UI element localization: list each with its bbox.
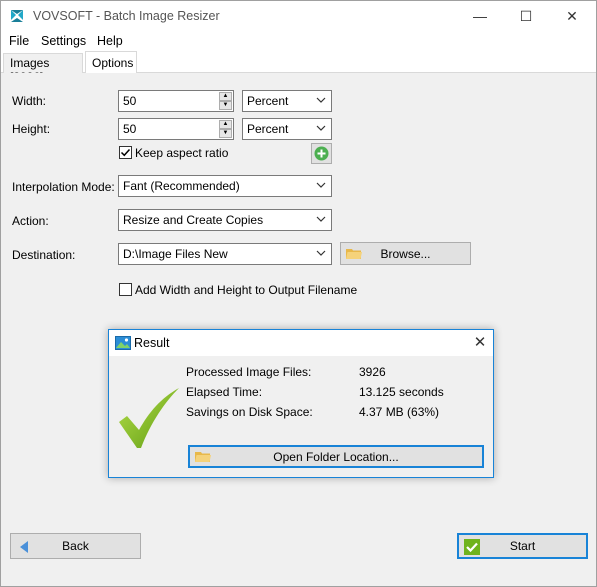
open-folder-label: Open Folder Location... (273, 449, 399, 464)
destination-value: D:\Image Files New (123, 247, 228, 261)
app-window: VOVSOFT - Batch Image Resizer — ☐ ✕ File… (0, 0, 597, 587)
start-label: Start (509, 539, 536, 553)
maximize-button[interactable]: ☐ (503, 1, 549, 31)
menu-settings[interactable]: Settings (41, 34, 86, 48)
width-input[interactable]: 50 ▲ ▼ (118, 90, 234, 112)
success-checkmark-icon (119, 388, 179, 448)
width-value: 50 (123, 94, 137, 108)
open-folder-button[interactable]: Open Folder Location... (188, 445, 484, 468)
menu-help[interactable]: Help (97, 34, 123, 48)
plus-icon (314, 146, 329, 161)
menu-file[interactable]: File (9, 34, 29, 48)
chevron-down-icon (316, 216, 326, 222)
processed-label: Processed Image Files: (186, 365, 312, 379)
chevron-down-icon (316, 250, 326, 256)
processed-value: 3926 (359, 365, 386, 379)
close-button[interactable]: ✕ (549, 1, 595, 31)
savings-label: Savings on Disk Space: (186, 405, 313, 419)
browse-label: Browse... (380, 246, 431, 261)
tab-images[interactable]: Images [3926] (3, 53, 83, 84)
height-label: Height: (12, 122, 51, 136)
height-unit-select[interactable]: Percent (242, 118, 332, 140)
result-dialog: Result ✕ Processed Image Files: 3926 Ela… (108, 329, 494, 478)
action-select[interactable]: Resize and Create Copies (118, 209, 332, 231)
interpolation-value: Fant (Recommended) (123, 179, 240, 193)
action-label: Action: (12, 214, 49, 228)
width-spinner[interactable]: ▲ ▼ (219, 92, 232, 110)
checkmark-icon (120, 148, 131, 157)
chevron-down-icon (316, 182, 326, 188)
add-preset-button[interactable] (311, 143, 332, 164)
window-title: VOVSOFT - Batch Image Resizer (33, 9, 220, 23)
back-button[interactable]: Back (10, 533, 141, 559)
dialog-close-button[interactable]: ✕ (471, 333, 489, 351)
height-unit-value: Percent (247, 122, 289, 136)
tab-strip: Images [3926] Options (1, 51, 596, 84)
destination-label: Destination: (12, 248, 76, 262)
title-bar: VOVSOFT - Batch Image Resizer — ☐ ✕ (1, 1, 596, 31)
image-icon (115, 336, 131, 350)
width-unit-select[interactable]: Percent (242, 90, 332, 112)
interpolation-select[interactable]: Fant (Recommended) (118, 175, 332, 197)
chevron-down-icon (316, 125, 326, 131)
minimize-button[interactable]: — (457, 1, 503, 31)
back-label: Back (62, 539, 89, 553)
add-dimensions-checkbox[interactable] (119, 283, 132, 296)
interpolation-label: Interpolation Mode: (12, 180, 115, 194)
tab-options[interactable]: Options (85, 51, 137, 74)
height-input[interactable]: 50 ▲ ▼ (118, 118, 234, 140)
height-value: 50 (123, 122, 137, 136)
savings-value: 4.37 MB (63%) (359, 405, 440, 419)
dialog-title-bar: Result ✕ (109, 330, 493, 356)
width-unit-value: Percent (247, 94, 289, 108)
add-dimensions-label: Add Width and Height to Output Filename (135, 283, 358, 297)
height-spinner[interactable]: ▲ ▼ (219, 120, 232, 138)
start-button[interactable]: Start (457, 533, 588, 559)
action-value: Resize and Create Copies (123, 213, 264, 227)
destination-select[interactable]: D:\Image Files New (118, 243, 332, 265)
browse-button[interactable]: Browse... (340, 242, 471, 265)
menu-bar: File Settings Help (1, 31, 596, 51)
app-logo-icon (11, 10, 23, 22)
chevron-down-icon (316, 97, 326, 103)
elapsed-value: 13.125 seconds (359, 385, 444, 399)
width-label: Width: (12, 94, 47, 108)
keep-aspect-label: Keep aspect ratio (135, 146, 229, 160)
dialog-title: Result (134, 336, 170, 350)
dialog-body: Processed Image Files: 3926 Elapsed Time… (109, 356, 493, 477)
elapsed-label: Elapsed Time: (186, 385, 263, 399)
keep-aspect-checkbox[interactable] (119, 146, 132, 159)
